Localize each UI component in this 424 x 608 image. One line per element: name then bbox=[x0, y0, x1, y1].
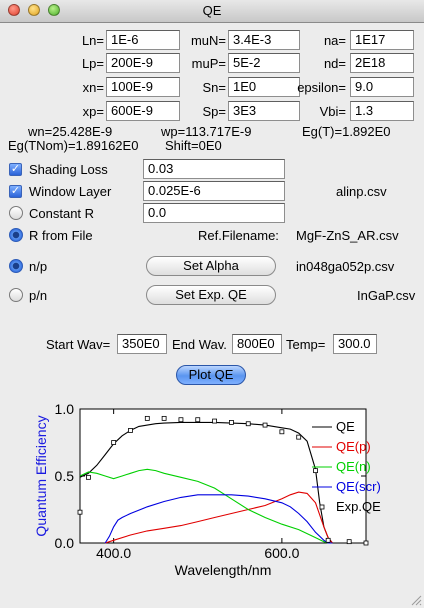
ref-filename-value: MgF-ZnS_AR.csv bbox=[296, 228, 399, 243]
legend-label-exp-qe: Exp.QE bbox=[336, 499, 381, 514]
x-axis-label: Wavelength/nm bbox=[175, 562, 272, 578]
egt-readout: Eg(T)=1.892E0 bbox=[302, 124, 391, 139]
y-axis-label: Quantum Efficiency bbox=[33, 415, 49, 536]
title-bar: QE bbox=[0, 0, 424, 23]
start-wav-field[interactable]: 350E0 bbox=[117, 334, 167, 354]
xp-label: xp= bbox=[82, 104, 104, 119]
exp-qe-point bbox=[86, 474, 91, 480]
temp-field[interactable]: 300.0 bbox=[333, 334, 377, 354]
exp-qe-point bbox=[363, 540, 369, 546]
y-tick-label: 0.0 bbox=[55, 535, 75, 551]
exp-qe-point bbox=[111, 440, 117, 445]
sn-label: Sn= bbox=[202, 80, 227, 95]
exp-qe-point bbox=[279, 429, 285, 435]
np-label: n/p bbox=[29, 259, 48, 274]
exp-qe-point bbox=[77, 509, 83, 515]
window-layer-file: alinp.csv bbox=[336, 184, 387, 199]
y-tick-label: 1.0 bbox=[55, 401, 75, 417]
set-alpha-button[interactable]: Set Alpha bbox=[146, 256, 276, 276]
plot-qe-button[interactable]: Plot QE bbox=[176, 365, 246, 385]
window-title: QE bbox=[202, 3, 222, 18]
start-wav-label: Start Wav= bbox=[46, 337, 111, 352]
pn-label: p/n bbox=[29, 288, 48, 303]
exp-qe-file: InGaP.csv bbox=[357, 288, 416, 303]
window-layer-field[interactable]: 0.025E-6 bbox=[143, 181, 285, 201]
shift-readout: Shift=0E0 bbox=[165, 138, 222, 153]
epsilon-label: epsilon= bbox=[297, 80, 346, 95]
exp-qe-point bbox=[212, 418, 217, 424]
wn-readout: wn=25.428E-9 bbox=[28, 124, 113, 139]
exp-qe-point bbox=[144, 415, 150, 421]
legend-label-qe: QE bbox=[336, 419, 355, 434]
set-exp-qe-button[interactable]: Set Exp. QE bbox=[146, 285, 276, 305]
wp-readout: wp=113.717E-9 bbox=[161, 124, 252, 139]
np-radio[interactable] bbox=[9, 259, 23, 273]
exp-qe-point bbox=[178, 417, 184, 423]
exp-qe-point bbox=[195, 417, 201, 423]
ln-label: Ln= bbox=[81, 33, 104, 48]
vbi-label: Vbi= bbox=[319, 104, 346, 119]
resize-grip-icon[interactable] bbox=[410, 594, 422, 606]
exp-qe-point bbox=[262, 422, 268, 428]
exp-qe-point bbox=[325, 537, 331, 543]
constant-r-field[interactable]: 0.0 bbox=[143, 203, 285, 223]
x-tick-label: 600.0 bbox=[264, 545, 299, 561]
vbi-field[interactable]: 1.3 bbox=[350, 101, 414, 121]
r-from-file-radio[interactable] bbox=[9, 228, 23, 242]
nd-label: nd= bbox=[323, 56, 346, 71]
exp-qe-point bbox=[229, 419, 234, 425]
legend-label-qe-scr: QE(scr) bbox=[336, 479, 381, 494]
shading-loss-field[interactable]: 0.03 bbox=[143, 159, 285, 179]
temp-label: Temp= bbox=[286, 337, 326, 352]
constant-r-label: Constant R bbox=[29, 206, 95, 221]
exp-qe-point bbox=[313, 468, 318, 474]
window-layer-checkbox[interactable]: ✓ bbox=[9, 185, 22, 198]
exp-qe-point bbox=[296, 434, 302, 440]
xn-label: xn= bbox=[82, 80, 104, 95]
end-wav-label: End Wav. bbox=[172, 337, 227, 352]
y-tick-label: 0.5 bbox=[55, 468, 75, 484]
exp-qe-point bbox=[161, 415, 167, 421]
sp-label: Sp= bbox=[202, 104, 227, 119]
mup-label: muP= bbox=[191, 56, 226, 71]
window-layer-label: Window Layer bbox=[29, 184, 112, 199]
qe-chart: 0.0 0.5 1.0 400.0 600.0Wavelength/nm Quantum … bbox=[33, 401, 381, 578]
r-from-file-label: R from File bbox=[29, 228, 93, 243]
shading-loss-checkbox[interactable]: ✓ bbox=[9, 163, 22, 176]
constant-r-radio[interactable] bbox=[9, 206, 23, 220]
legend-label-qe-n: QE(n) bbox=[336, 459, 371, 474]
nd-field[interactable]: 2E18 bbox=[350, 53, 414, 73]
ref-filename-label: Ref.Filename: bbox=[198, 228, 279, 243]
na-field[interactable]: 1E17 bbox=[350, 30, 414, 50]
lp-label: Lp= bbox=[81, 56, 104, 71]
egtnom-readout: Eg(TNom)=1.89162E0 bbox=[8, 138, 139, 153]
na-label: na= bbox=[323, 33, 346, 48]
mun-label: muN= bbox=[190, 33, 226, 48]
legend-marker-exp-qe bbox=[319, 504, 325, 510]
exp-qe-point bbox=[245, 421, 251, 427]
end-wav-field[interactable]: 800E0 bbox=[232, 334, 282, 354]
exp-qe-point bbox=[128, 428, 133, 433]
pn-radio[interactable] bbox=[9, 288, 23, 302]
alpha-file: in048ga052p.csv bbox=[296, 259, 395, 274]
shading-loss-label: Shading Loss bbox=[29, 162, 108, 177]
x-tick-label: 400.0 bbox=[96, 545, 131, 561]
exp-qe-point bbox=[346, 539, 352, 545]
epsilon-field[interactable]: 9.0 bbox=[350, 77, 414, 97]
legend-label-qe-p: QE(p) bbox=[336, 439, 371, 454]
